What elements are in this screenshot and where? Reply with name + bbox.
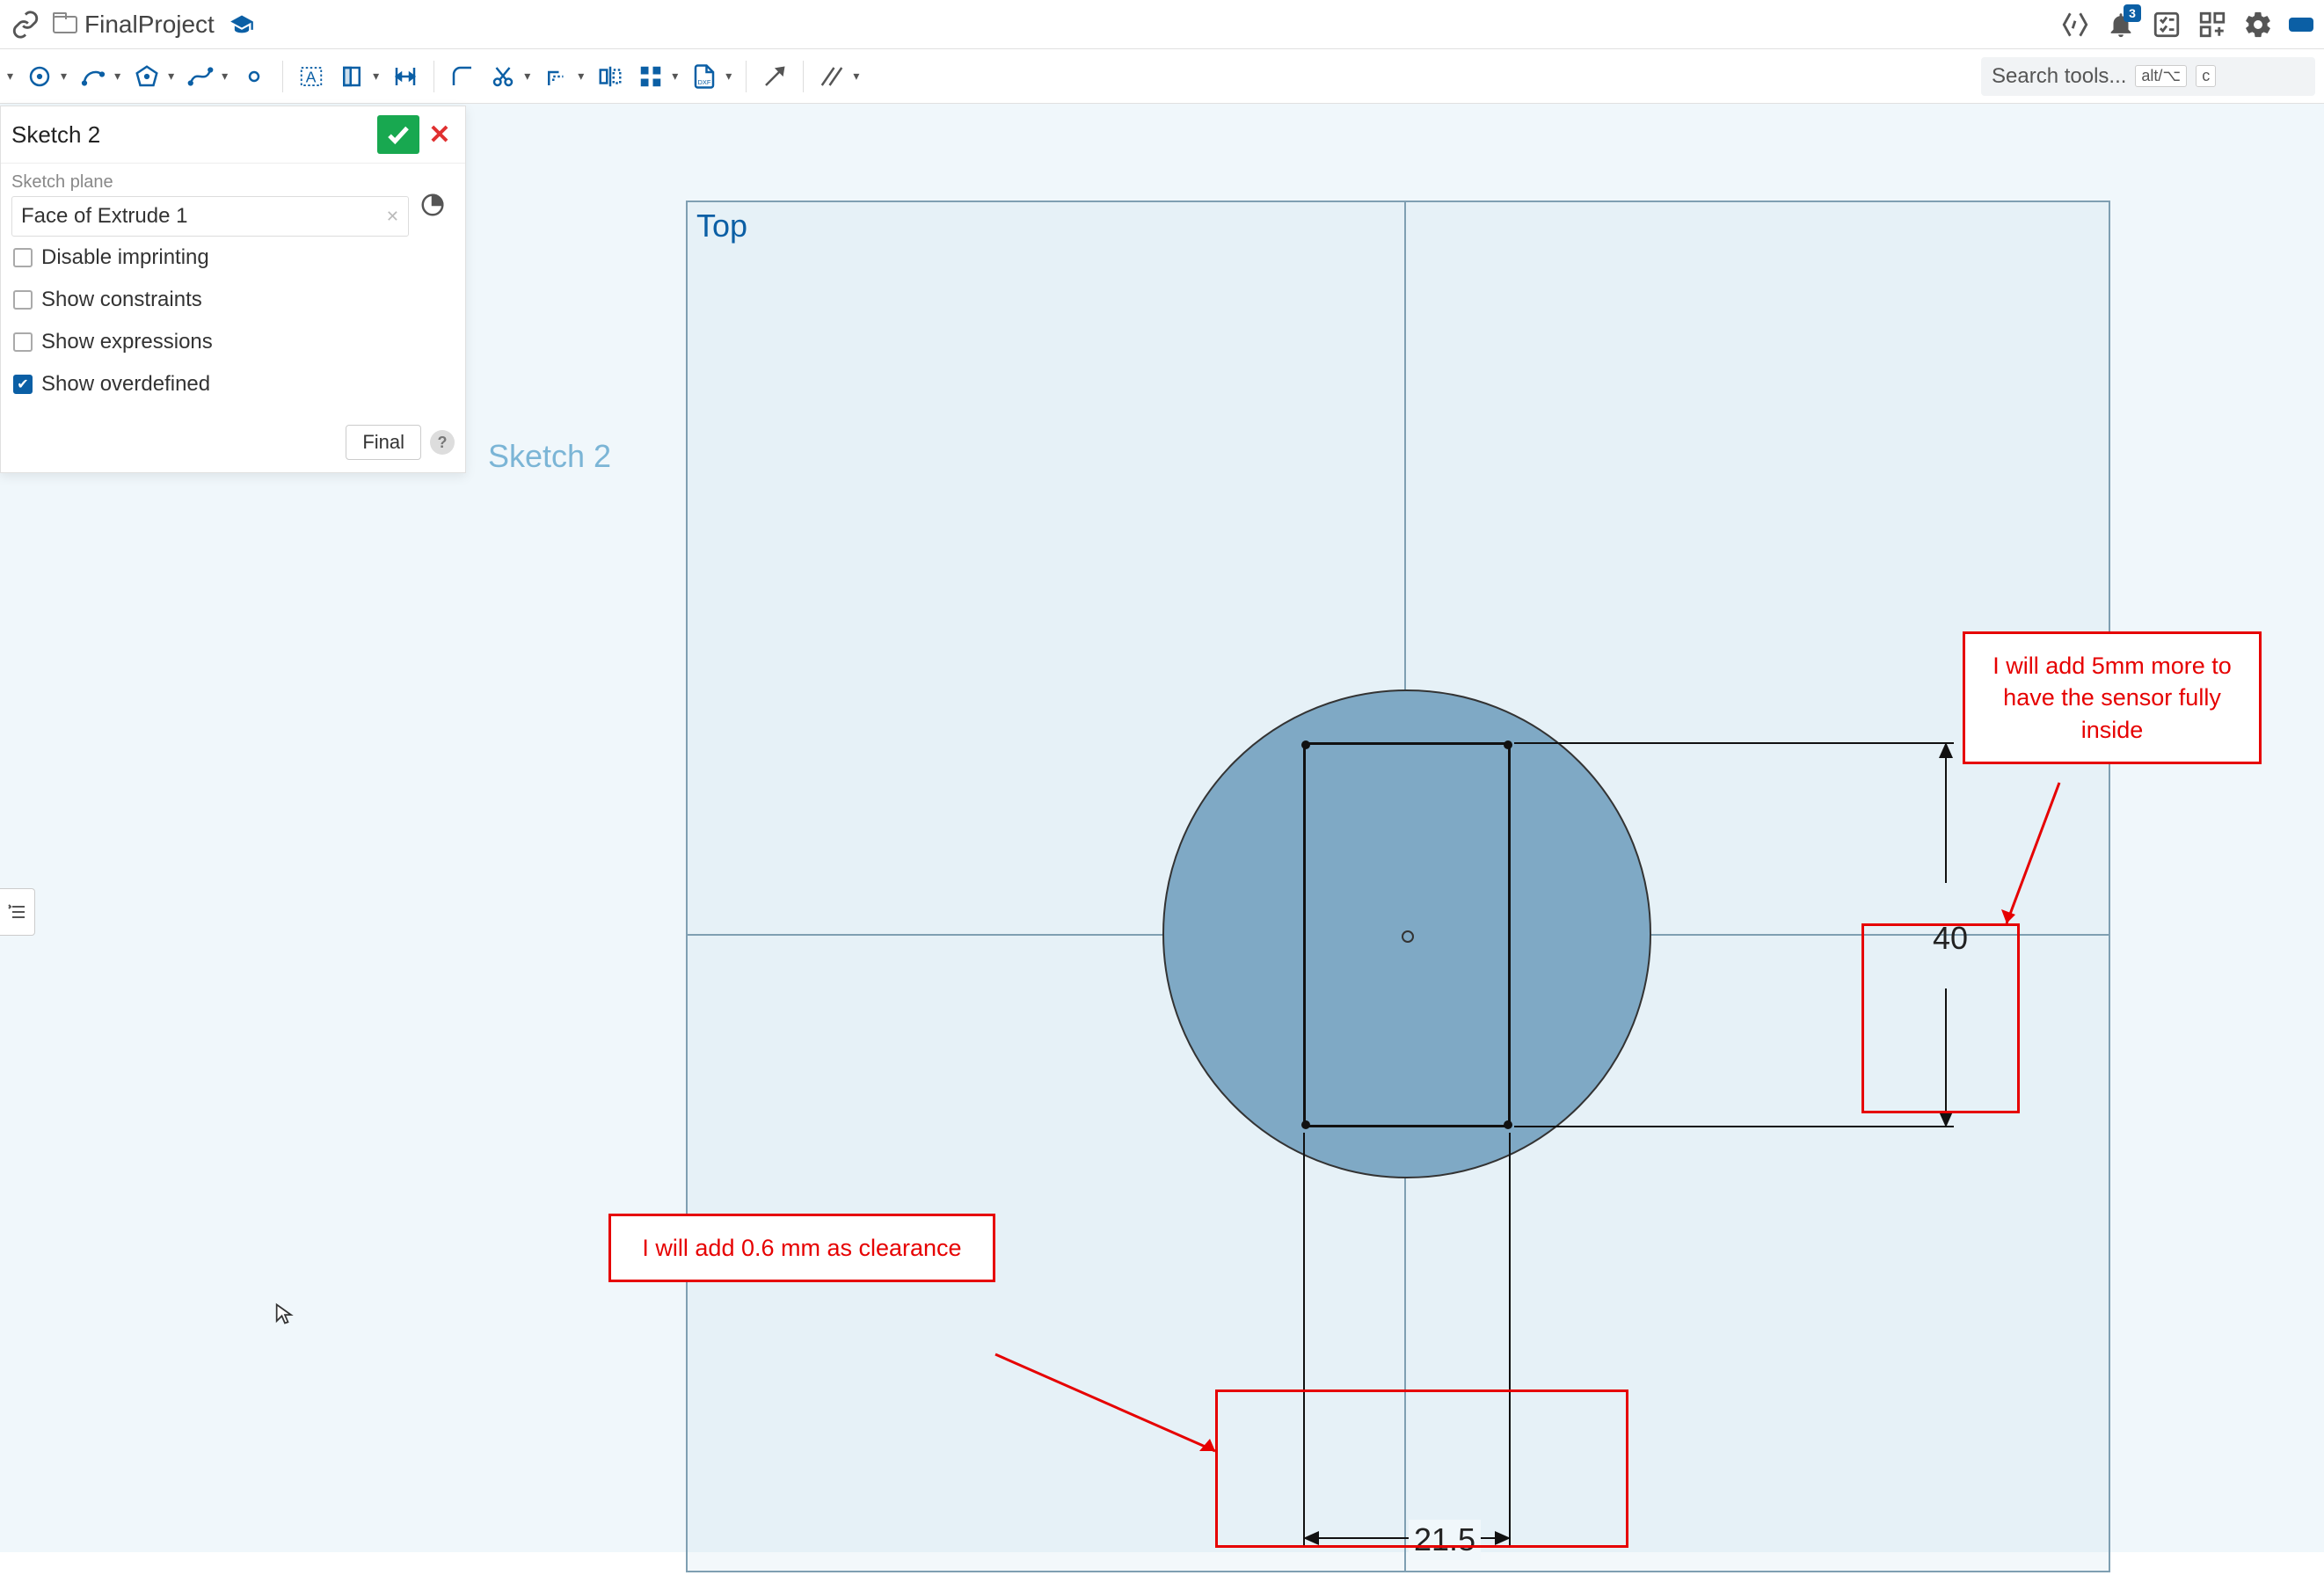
- dxf-import-icon[interactable]: DXF: [687, 59, 722, 94]
- construction-tool-icon[interactable]: [334, 59, 369, 94]
- share-button[interactable]: [2289, 18, 2313, 32]
- notification-badge: 3: [2124, 4, 2141, 22]
- chevron-down-icon[interactable]: ▾: [61, 69, 67, 84]
- sketch-toolbar: ▾ ▾ ▾ ▾ ▾ A ▾ ▾ ▾ ▾ DXF ▾ ▾ Search tools…: [0, 49, 2324, 104]
- circle-tool-icon[interactable]: [22, 59, 57, 94]
- option-show-constraints[interactable]: Show constraints: [11, 279, 455, 321]
- chevron-down-icon[interactable]: ▾: [672, 69, 678, 84]
- checkbox-icon[interactable]: [13, 248, 33, 267]
- annotation-highlight: [1861, 923, 2020, 1113]
- chevron-down-icon[interactable]: ▾: [524, 69, 530, 84]
- option-label: Show constraints: [41, 288, 202, 312]
- point-tool-icon[interactable]: [237, 59, 272, 94]
- constraint-tool-icon[interactable]: [814, 59, 849, 94]
- option-label: Disable imprinting: [41, 245, 209, 270]
- svg-text:DXF: DXF: [698, 77, 711, 85]
- arc-tool-icon[interactable]: [76, 59, 111, 94]
- annotation-box: I will add 0.6 mm as clearance: [608, 1214, 995, 1282]
- chevron-down-icon[interactable]: ▾: [114, 69, 120, 84]
- sketch-plane-input[interactable]: Face of Extrude 1 ✕: [11, 196, 409, 237]
- option-label: Show overdefined: [41, 372, 210, 397]
- clear-icon[interactable]: ✕: [386, 208, 399, 226]
- spline-tool-icon[interactable]: [183, 59, 218, 94]
- sketch-name-label: Sketch 2: [488, 438, 611, 475]
- chevron-down-icon[interactable]: ▾: [7, 69, 13, 84]
- option-disable-imprinting[interactable]: Disable imprinting: [11, 237, 455, 279]
- center-point[interactable]: [1402, 930, 1414, 943]
- panel-title: Sketch 2: [11, 121, 100, 149]
- chevron-down-icon[interactable]: ▾: [222, 69, 228, 84]
- annotation-text: I will add 0.6 mm as clearance: [611, 1216, 993, 1280]
- app-switcher-icon[interactable]: [2197, 10, 2227, 40]
- final-button[interactable]: Final: [346, 425, 421, 460]
- svg-text:A: A: [306, 68, 317, 85]
- transform-tool-icon[interactable]: [757, 59, 792, 94]
- sketch-plane-value: Face of Extrude 1: [21, 204, 187, 229]
- offset-tool-icon[interactable]: [539, 59, 574, 94]
- pattern-tool-icon[interactable]: [633, 59, 668, 94]
- text-tool-icon[interactable]: A: [294, 59, 329, 94]
- document-title-text: FinalProject: [84, 11, 215, 39]
- kbd-hint: c: [2196, 65, 2216, 87]
- plane-selector-icon[interactable]: [419, 172, 455, 222]
- chevron-down-icon[interactable]: ▾: [578, 69, 584, 84]
- annotation-box: I will add 5mm more to have the sensor f…: [1963, 631, 2262, 764]
- annotation-text: I will add 5mm more to have the sensor f…: [1965, 634, 2259, 762]
- annotation-highlight: [1215, 1389, 1628, 1548]
- dimension-tool-icon[interactable]: [388, 59, 423, 94]
- chevron-down-icon[interactable]: ▾: [725, 69, 732, 84]
- option-show-expressions[interactable]: Show expressions: [11, 321, 455, 363]
- feature-list-toggle[interactable]: [0, 888, 35, 936]
- chevron-down-icon[interactable]: ▾: [168, 69, 174, 84]
- help-icon[interactable]: ?: [430, 430, 455, 455]
- trim-tool-icon[interactable]: [485, 59, 521, 94]
- mirror-tool-icon[interactable]: [593, 59, 628, 94]
- checkbox-checked-icon[interactable]: ✔: [13, 375, 33, 394]
- sketch-properties-panel: Sketch 2 ✕ Sketch plane Face of Extrude …: [0, 106, 466, 473]
- chevron-down-icon[interactable]: ▾: [853, 69, 859, 84]
- fillet-tool-icon[interactable]: [445, 59, 480, 94]
- confirm-button[interactable]: [377, 115, 419, 154]
- search-tools-input[interactable]: Search tools... alt/⌥ c: [1981, 57, 2315, 96]
- mouse-cursor-icon: [273, 1302, 297, 1331]
- education-icon[interactable]: [227, 10, 257, 40]
- cancel-button[interactable]: ✕: [425, 115, 455, 154]
- search-placeholder: Search tools...: [1992, 64, 2126, 89]
- sketch-viewport: Top 40 21.5 I will add 5mm more: [686, 201, 2110, 1572]
- title-bar: FinalProject 3: [0, 0, 2324, 49]
- featurescript-icon[interactable]: [2060, 10, 2090, 40]
- settings-icon[interactable]: [2243, 10, 2273, 40]
- field-label: Sketch plane: [11, 172, 409, 193]
- task-list-icon[interactable]: [2152, 10, 2182, 40]
- notifications-icon[interactable]: 3: [2106, 10, 2136, 40]
- document-title[interactable]: FinalProject: [53, 11, 215, 39]
- checkbox-icon[interactable]: [13, 290, 33, 310]
- folder-icon: [53, 16, 77, 33]
- polygon-tool-icon[interactable]: [129, 59, 164, 94]
- checkbox-icon[interactable]: [13, 332, 33, 352]
- link-icon[interactable]: [11, 10, 40, 40]
- kbd-hint: alt/⌥: [2135, 65, 2187, 87]
- option-show-overdefined[interactable]: ✔ Show overdefined: [11, 363, 455, 405]
- option-label: Show expressions: [41, 330, 213, 354]
- view-orientation-label: Top: [696, 208, 747, 244]
- chevron-down-icon[interactable]: ▾: [373, 69, 379, 84]
